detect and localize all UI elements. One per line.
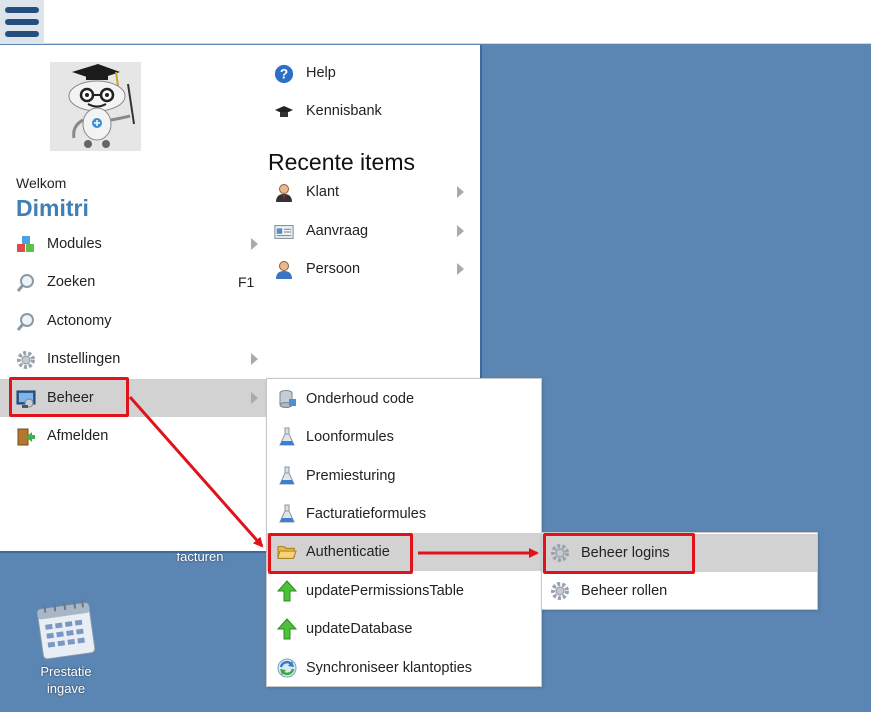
- submenu-item-facturatieformules[interactable]: Facturatieformules: [267, 495, 541, 533]
- welcome-label: Welkom: [16, 175, 67, 191]
- graduation-cap-icon: [274, 102, 294, 122]
- submenu-item-label: Authenticatie: [306, 544, 390, 560]
- kennisbank-label: Kennisbank: [306, 103, 382, 119]
- sidebar-item-label: Zoeken: [47, 274, 96, 290]
- submenu-item-label: Beheer logins: [581, 545, 670, 561]
- folder-open-icon: [277, 542, 297, 562]
- submenu-item-authenticatie[interactable]: Authenticatie: [267, 533, 541, 571]
- submenu-item-label: Facturatieformules: [306, 506, 427, 522]
- sidebar-item-beheer[interactable]: Beheer: [0, 379, 266, 417]
- request-form-icon: [274, 222, 294, 242]
- admin-monitor-icon: [16, 389, 36, 409]
- sidebar-item-label: Actonomy: [47, 313, 112, 329]
- search-magnifier-icon: [16, 273, 36, 293]
- sidebar-item-zoeken[interactable]: Zoeken F1: [0, 263, 264, 301]
- sidebar-item-modules[interactable]: Modules: [0, 225, 264, 263]
- recent-item-aanvraag[interactable]: Aanvraag: [264, 212, 480, 250]
- svg-text:?: ?: [280, 67, 288, 82]
- top-bar: [0, 0, 871, 44]
- recent-item-label: Aanvraag: [306, 223, 369, 239]
- customer-person-icon: [274, 183, 294, 203]
- submenu-item-synchroniseer-klantopties[interactable]: Synchroniseer klantopties: [267, 649, 541, 687]
- submenu-item-premiesturing[interactable]: Premiesturing: [267, 457, 541, 495]
- chevron-right-icon: [251, 353, 258, 365]
- chevron-right-icon: [251, 238, 258, 250]
- green-up-arrow-icon: [277, 618, 297, 640]
- submenu-item-beheer-logins[interactable]: Beheer logins: [542, 534, 817, 572]
- flask-icon: [277, 466, 297, 486]
- submenu-item-updatedatabase[interactable]: updateDatabase: [267, 610, 541, 648]
- database-icon: [277, 389, 297, 409]
- sidebar-item-label: Beheer: [47, 390, 94, 406]
- logout-door-icon: [16, 427, 36, 447]
- gear-icon: [550, 581, 570, 601]
- sidebar-item-actonomy[interactable]: Actonomy: [0, 302, 264, 340]
- person-icon: [274, 260, 294, 280]
- chevron-right-icon: [457, 225, 464, 237]
- submenu-item-label: Loonformules: [306, 429, 394, 445]
- desktop-icon-label-line2: ingave: [46, 681, 86, 696]
- gear-icon: [16, 350, 36, 370]
- chevron-right-icon: [457, 263, 464, 275]
- sidebar-item-label: Afmelden: [47, 428, 109, 444]
- robot-professor-icon: [68, 64, 135, 148]
- modules-cubes-icon: [16, 235, 36, 255]
- beheer-submenu: Onderhoud code Loonformules Premiesturin…: [266, 378, 542, 687]
- help-question-icon: ?: [274, 64, 294, 84]
- submenu-item-label: Premiesturing: [306, 468, 396, 484]
- sidebar-item-label: Instellingen: [47, 351, 121, 367]
- submenu-item-beheer-rollen[interactable]: Beheer rollen: [542, 572, 817, 610]
- submenu-item-label: Beheer rollen: [581, 583, 668, 599]
- chevron-right-icon: [457, 186, 464, 198]
- recent-item-label: Persoon: [306, 261, 361, 277]
- submenu-item-updatepermissionstable[interactable]: updatePermissionsTable: [267, 572, 541, 610]
- kennisbank-link[interactable]: Kennisbank: [264, 92, 480, 130]
- submenu-item-loonformules[interactable]: Loonformules: [267, 418, 541, 456]
- avatar: [50, 62, 141, 151]
- authenticatie-submenu: Beheer logins Beheer rollen: [541, 532, 818, 610]
- recent-items-title: Recente items: [268, 149, 416, 175]
- recent-item-persoon[interactable]: Persoon: [264, 250, 480, 288]
- flask-icon: [277, 427, 297, 447]
- chevron-right-icon: [251, 392, 258, 404]
- calendar-icon: [36, 599, 96, 660]
- sidebar-item-instellingen[interactable]: Instellingen: [0, 340, 264, 378]
- keyboard-shortcut: F1: [238, 274, 255, 290]
- green-up-arrow-icon: [277, 580, 297, 602]
- gear-icon: [550, 543, 570, 563]
- recent-item-label: Klant: [306, 184, 340, 200]
- sidebar-item-afmelden[interactable]: Afmelden: [0, 417, 264, 455]
- submenu-item-label: Onderhoud code: [306, 391, 415, 407]
- desktop-icon-label-line1: Prestatie: [40, 664, 92, 679]
- flask-icon: [277, 504, 297, 524]
- sidebar-item-label: Modules: [47, 236, 102, 252]
- submenu-item-label: Synchroniseer klantopties: [306, 660, 473, 676]
- submenu-item-label: updateDatabase: [306, 621, 413, 637]
- submenu-item-label: updatePermissionsTable: [306, 583, 464, 599]
- recent-item-klant[interactable]: Klant: [264, 173, 480, 211]
- help-link[interactable]: ? Help: [264, 54, 480, 92]
- submenu-item-onderhoud-code[interactable]: Onderhoud code: [267, 380, 541, 418]
- help-label: Help: [306, 65, 336, 81]
- sync-icon: [277, 658, 297, 678]
- search-magnifier-icon: [16, 312, 36, 332]
- hamburger-menu-icon[interactable]: [0, 0, 44, 44]
- username: Dimitri: [16, 195, 89, 221]
